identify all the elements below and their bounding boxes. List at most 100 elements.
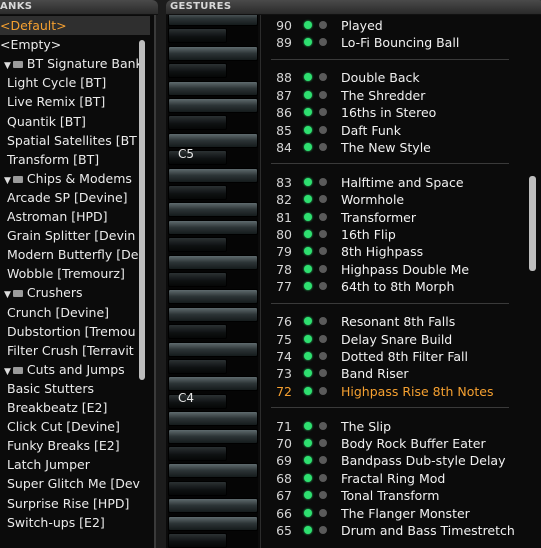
bank-item[interactable]: Breakbeatz [E2]: [0, 398, 107, 417]
gesture-row[interactable]: 85 Daft Funk: [262, 122, 537, 139]
gesture-row[interactable]: 66 The Flanger Monster: [262, 505, 537, 522]
piano-black-key[interactable]: [168, 28, 227, 44]
bank-item[interactable]: Light Cycle [BT]: [0, 73, 106, 92]
active-indicator-icon[interactable]: [304, 38, 312, 47]
piano-black-key[interactable]: [168, 393, 227, 409]
gesture-row[interactable]: 88 Double Back: [262, 69, 537, 86]
gesture-row[interactable]: 89 Lo-Fi Bouncing Ball: [262, 34, 537, 51]
expand-arrow-icon[interactable]: ▼: [4, 367, 11, 377]
piano-white-key[interactable]: [168, 428, 258, 444]
latch-indicator-icon[interactable]: [319, 369, 327, 378]
gesture-row[interactable]: 81 Transformer: [262, 209, 537, 226]
active-indicator-icon[interactable]: [304, 212, 312, 221]
latch-indicator-icon[interactable]: [319, 473, 327, 482]
latch-indicator-icon[interactable]: [319, 526, 327, 534]
bank-item[interactable]: Arcade SP [Devine]: [0, 188, 128, 207]
active-indicator-icon[interactable]: [304, 439, 312, 447]
bank-item[interactable]: Grain Splitter [Devin: [0, 226, 135, 245]
gesture-row[interactable]: 65 Drum and Bass Timestretch: [262, 522, 537, 539]
active-indicator-icon[interactable]: [304, 456, 312, 465]
bank-item[interactable]: Wobble [Tremourz]: [0, 264, 125, 283]
piano-black-key[interactable]: [168, 185, 227, 200]
latch-indicator-icon[interactable]: [319, 21, 327, 29]
bank-item[interactable]: <Empty>: [0, 35, 61, 54]
latch-indicator-icon[interactable]: [319, 456, 327, 465]
gesture-row[interactable]: 83 Halftime and Space: [262, 174, 537, 191]
active-indicator-icon[interactable]: [304, 508, 312, 517]
bank-item[interactable]: Funky Breaks [E2]: [0, 436, 120, 455]
piano-white-key[interactable]: [168, 132, 258, 148]
piano-black-key[interactable]: [168, 237, 227, 253]
active-indicator-icon[interactable]: [304, 125, 312, 134]
expand-arrow-icon[interactable]: ▼: [4, 176, 11, 186]
piano-white-key[interactable]: [168, 341, 258, 357]
latch-indicator-icon[interactable]: [319, 264, 327, 273]
latch-indicator-icon[interactable]: [319, 230, 327, 238]
gesture-row[interactable]: 78 Highpass Double Me: [262, 261, 537, 278]
latch-indicator-icon[interactable]: [319, 38, 327, 47]
latch-indicator-icon[interactable]: [319, 421, 327, 430]
piano-white-key[interactable]: [168, 498, 258, 514]
latch-indicator-icon[interactable]: [319, 282, 327, 291]
bank-folder[interactable]: ▼ Cuts and Jumps: [0, 360, 125, 379]
bank-item[interactable]: Super Glitch Me [Dev: [0, 474, 140, 493]
bank-folder[interactable]: ▼ Chips & Modems: [0, 169, 132, 188]
active-indicator-icon[interactable]: [304, 73, 312, 82]
gesture-row[interactable]: 75 Delay Snare Build: [262, 331, 537, 348]
latch-indicator-icon[interactable]: [319, 142, 327, 151]
piano-white-key[interactable]: [168, 376, 258, 392]
latch-indicator-icon[interactable]: [319, 439, 327, 447]
active-indicator-icon[interactable]: [304, 90, 312, 99]
bank-item[interactable]: Modern Butterfly [De: [0, 245, 138, 264]
piano-white-key[interactable]: [168, 45, 258, 61]
piano-black-key[interactable]: [168, 324, 227, 340]
piano-black-key[interactable]: [168, 359, 227, 374]
piano-white-key[interactable]: [168, 98, 258, 113]
gestures-scrollbar[interactable]: [529, 176, 536, 271]
gesture-row[interactable]: 71 The Slip: [262, 418, 537, 435]
latch-indicator-icon[interactable]: [319, 195, 327, 204]
bank-item[interactable]: Quantik [BT]: [0, 112, 86, 131]
bank-item[interactable]: Click Cut [Devine]: [0, 417, 120, 436]
latch-indicator-icon[interactable]: [319, 73, 327, 82]
latch-indicator-icon[interactable]: [319, 177, 327, 186]
gesture-row[interactable]: 79 8th Highpass: [262, 243, 537, 260]
piano-white-key[interactable]: [168, 411, 258, 427]
piano-white-key[interactable]: [168, 80, 258, 96]
latch-indicator-icon[interactable]: [319, 317, 327, 326]
gesture-row[interactable]: 76 Resonant 8th Falls: [262, 313, 537, 330]
bank-item[interactable]: Transform [BT]: [0, 150, 99, 169]
piano-keyboard[interactable]: [168, 15, 258, 548]
piano-black-key[interactable]: [168, 115, 227, 131]
piano-white-key[interactable]: [168, 15, 258, 26]
active-indicator-icon[interactable]: [304, 369, 312, 378]
piano-white-key[interactable]: [168, 306, 258, 322]
gesture-row[interactable]: 80 16th Flip: [262, 226, 537, 243]
bank-item[interactable]: Astroman [HPD]: [0, 207, 108, 226]
bank-item[interactable]: Basic Stutters: [0, 379, 94, 398]
bank-item[interactable]: Latch Jumper: [0, 455, 90, 474]
piano-black-key[interactable]: [168, 533, 227, 548]
piano-white-key[interactable]: [168, 463, 258, 479]
gesture-row[interactable]: 70 Body Rock Buffer Eater: [262, 435, 537, 452]
gesture-row[interactable]: 82 Wormhole: [262, 191, 537, 208]
active-indicator-icon[interactable]: [304, 108, 312, 117]
active-indicator-icon[interactable]: [304, 282, 312, 291]
bank-item[interactable]: Live Remix [BT]: [0, 92, 105, 111]
active-indicator-icon[interactable]: [304, 177, 312, 186]
latch-indicator-icon[interactable]: [319, 508, 327, 517]
latch-indicator-icon[interactable]: [319, 491, 327, 500]
gesture-row[interactable]: 69 Bandpass Dub-style Delay: [262, 452, 537, 469]
piano-black-key[interactable]: [168, 446, 227, 461]
gesture-row[interactable]: 74 Dotted 8th Filter Fall: [262, 348, 537, 365]
gesture-row[interactable]: 87 The Shredder: [262, 87, 537, 104]
active-indicator-icon[interactable]: [304, 195, 312, 204]
active-indicator-icon[interactable]: [304, 526, 312, 534]
bank-folder[interactable]: ▼ Crushers: [0, 283, 83, 302]
active-indicator-icon[interactable]: [304, 264, 312, 273]
gestures-list[interactable]: C5 C4 90 Played 89 Lo-Fi Bouncing Ball 88 Dou…: [166, 15, 541, 548]
active-indicator-icon[interactable]: [304, 491, 312, 500]
bank-item[interactable]: Switch-ups [E2]: [0, 513, 105, 532]
banks-list[interactable]: <Default> <Empty> ▼ BT Signature Bank Light …: [0, 15, 156, 548]
latch-indicator-icon[interactable]: [319, 125, 327, 134]
